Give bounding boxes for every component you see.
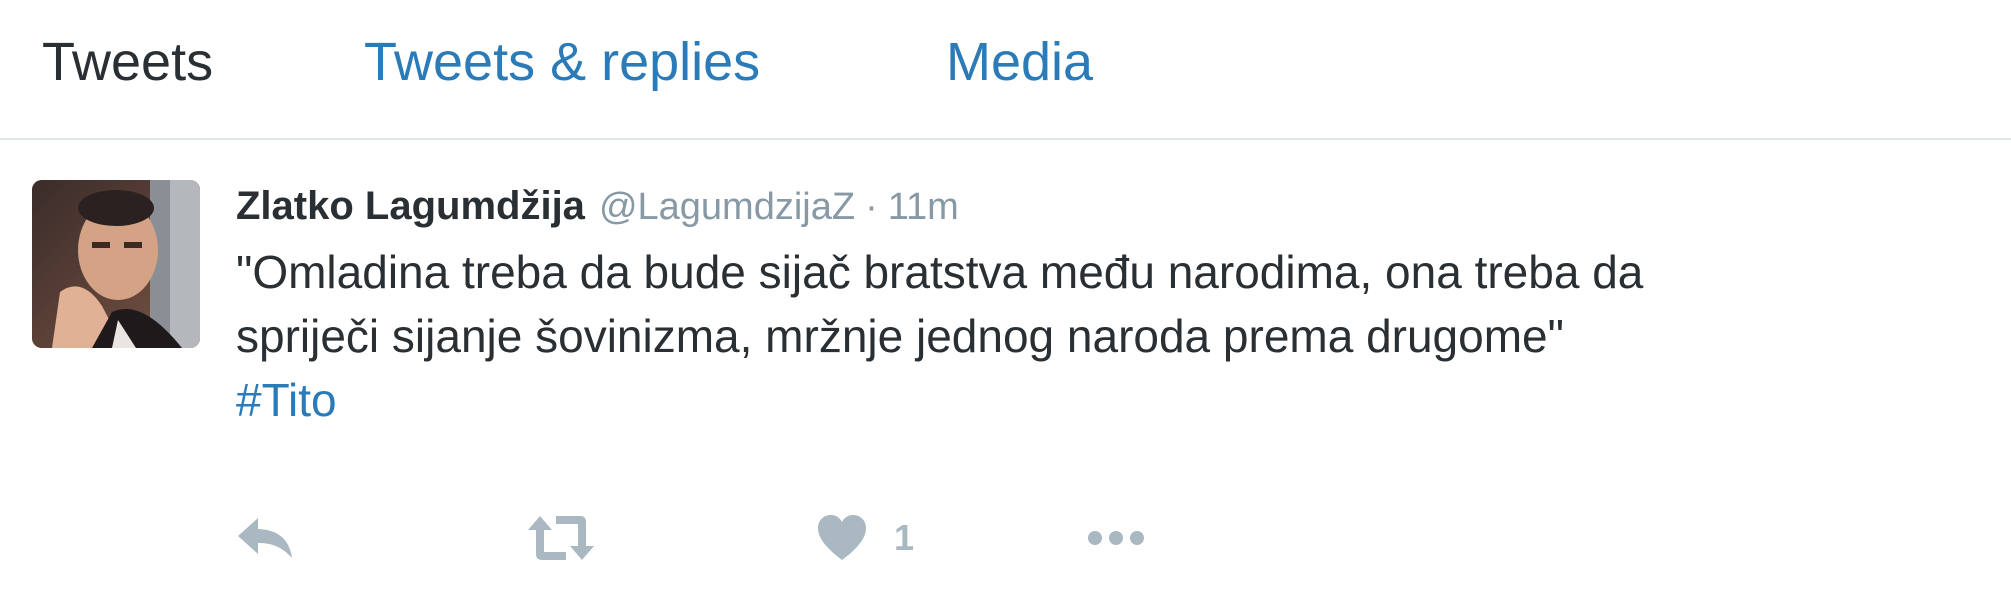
retweet-icon	[528, 516, 594, 560]
reply-icon	[238, 518, 292, 558]
tweet-actions: 1	[236, 508, 1236, 568]
profile-timeline: Tweets Tweets & replies Media Zlatko Lag…	[0, 0, 2011, 600]
reply-button[interactable]	[236, 508, 294, 568]
tweet-timestamp[interactable]: 11m	[888, 186, 959, 228]
avatar[interactable]	[32, 180, 200, 348]
like-button[interactable]: 1	[816, 508, 914, 568]
author-username[interactable]: @LagumdzijaZ	[599, 186, 855, 228]
tab-tweets[interactable]: Tweets	[42, 30, 213, 94]
tab-tweets-and-replies[interactable]: Tweets & replies	[364, 30, 760, 94]
profile-tabs: Tweets Tweets & replies Media	[0, 0, 2011, 140]
header-separator: ·	[865, 186, 878, 228]
author-fullname[interactable]: Zlatko Lagumdžija	[236, 184, 585, 228]
heart-icon	[818, 515, 866, 560]
tweet-text-line: "Omladina treba da bude sijač bratstva m…	[236, 246, 1644, 298]
tweet-text-line: spriječi sijanje šovinizma, mržnje jedno…	[236, 310, 1564, 362]
like-count: 1	[894, 517, 915, 558]
more-button[interactable]	[1086, 508, 1146, 568]
retweet-button[interactable]	[526, 508, 596, 568]
tab-media[interactable]: Media	[946, 30, 1093, 94]
hashtag-link[interactable]: #Tito	[236, 368, 1976, 432]
more-dots-icon	[1088, 531, 1144, 545]
tweet-text: "Omladina treba da bude sijač bratstva m…	[236, 240, 1976, 432]
tweet[interactable]: Zlatko Lagumdžija @LagumdzijaZ · 11m "Omlad…	[0, 140, 2011, 600]
tweet-header: Zlatko Lagumdžija @LagumdzijaZ · 11m	[236, 178, 959, 234]
